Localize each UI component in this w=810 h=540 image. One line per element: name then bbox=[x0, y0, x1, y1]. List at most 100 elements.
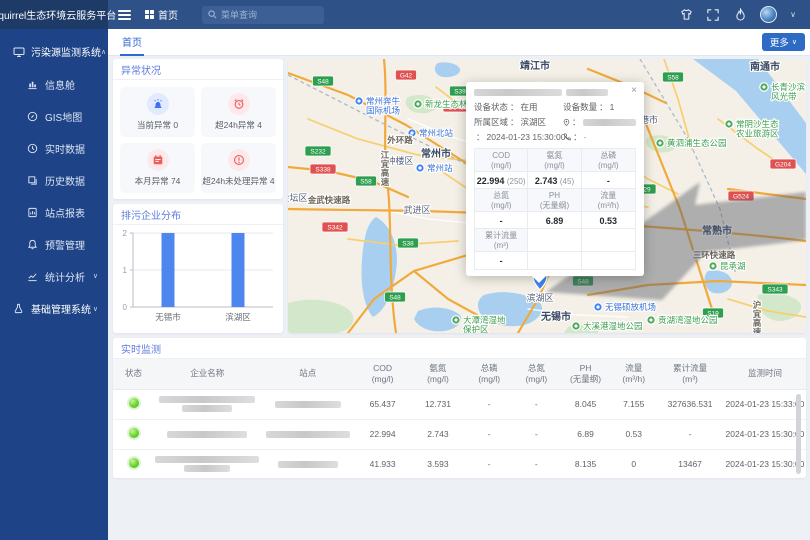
search-input[interactable] bbox=[221, 10, 311, 20]
svg-text:S338: S338 bbox=[315, 167, 331, 174]
chart-panel-title: 排污企业分布 bbox=[113, 204, 283, 225]
calendar-icon bbox=[147, 149, 169, 171]
tab-home[interactable]: 首页 bbox=[120, 28, 144, 56]
map-label: 钟楼区 bbox=[386, 155, 413, 166]
value-cell-COD: 41.933 bbox=[355, 449, 410, 478]
value-cell-累计流量: - bbox=[656, 419, 724, 449]
map-label: 常州北站 bbox=[419, 128, 454, 138]
sidebar-item-label: 站点报表 bbox=[45, 205, 85, 220]
sidebar-group-0[interactable]: 污染源监测系统∧ bbox=[0, 35, 108, 68]
metric-value-PH: 6.89 bbox=[528, 212, 581, 229]
svg-text:S232: S232 bbox=[310, 149, 326, 156]
sidebar-item-站点报表[interactable]: 站点报表 bbox=[0, 196, 108, 228]
value-cell-COD: 22.994 bbox=[355, 419, 410, 449]
station-cell bbox=[261, 419, 355, 449]
value-cell-总磷: - bbox=[466, 389, 513, 419]
theme-shirt-icon[interactable] bbox=[679, 8, 693, 22]
abnormal-card-0[interactable]: 当前异常 0 bbox=[120, 87, 195, 137]
sidebar-item-统计分析[interactable]: 统计分析∨ bbox=[0, 260, 108, 292]
metric-value-累计流量: - bbox=[475, 252, 528, 269]
map[interactable]: S48G42S39G346S232S338S58S342S38S48G2S229… bbox=[288, 59, 806, 333]
sidebar-item-label: 历史数据 bbox=[45, 173, 85, 188]
column-header-氨氮: 氨氮(mg/l) bbox=[410, 359, 465, 389]
chevron-down-icon: ∨ bbox=[792, 38, 797, 46]
sidebar: 污染源监测系统∧信息舱GIS地图实时数据历史数据站点报表预警管理统计分析∨基础管… bbox=[0, 29, 108, 540]
sidebar-item-实时数据[interactable]: 实时数据 bbox=[0, 132, 108, 164]
fullscreen-icon[interactable] bbox=[706, 8, 720, 22]
main-content: 异常状况 当前异常 0超24h异常 4本月异常 74超24h未处理异常 4 排污… bbox=[108, 56, 810, 540]
marker-label: 滨湖区 bbox=[526, 292, 553, 303]
popup-title-redacted bbox=[474, 89, 636, 96]
map-label: 南通市 bbox=[750, 60, 780, 73]
sidebar-item-信息舱[interactable]: 信息舱 bbox=[0, 68, 108, 100]
monitor-icon bbox=[12, 45, 25, 58]
svg-text:S48: S48 bbox=[317, 79, 329, 86]
redacted-company bbox=[184, 465, 230, 472]
popup-device-info: 设备状态：在用 设备数量：1 所属区域：滨湖区 ： ：2024-01-23 15… bbox=[474, 101, 636, 143]
hamburger-menu-icon[interactable] bbox=[118, 10, 131, 20]
svg-text:2: 2 bbox=[123, 229, 128, 238]
menu-search[interactable] bbox=[202, 6, 324, 24]
value-cell-累计流量: 13467 bbox=[656, 449, 724, 478]
status-cell bbox=[113, 389, 154, 419]
time-cell: 2024-01-23 15:33:00 bbox=[724, 389, 806, 419]
sidebar-item-历史数据[interactable]: 历史数据 bbox=[0, 164, 108, 196]
table-scrollbar[interactable] bbox=[796, 394, 801, 474]
table-row[interactable]: 41.9333.593--8.1350134672024-01-23 15:30… bbox=[113, 449, 806, 478]
map-label: 常州站 bbox=[427, 163, 453, 173]
metric-name-empty bbox=[528, 229, 581, 252]
svg-text:S39: S39 bbox=[454, 89, 466, 96]
flame-icon[interactable] bbox=[733, 8, 747, 22]
clock-icon bbox=[26, 142, 39, 155]
more-button[interactable]: 更多 ∨ bbox=[762, 33, 805, 51]
sidebar-item-预警管理[interactable]: 预警管理 bbox=[0, 228, 108, 260]
abnormal-card-1[interactable]: 超24h异常 4 bbox=[201, 87, 276, 137]
value-cell-总氮: - bbox=[513, 389, 560, 419]
company-cell bbox=[154, 449, 261, 478]
redacted-company bbox=[167, 431, 247, 438]
sidebar-item-GIS地图[interactable]: GIS地图 bbox=[0, 100, 108, 132]
svg-text:无锡市: 无锡市 bbox=[155, 312, 181, 322]
sidebar-item-label: 实时数据 bbox=[45, 141, 85, 156]
redacted-text bbox=[566, 89, 608, 96]
status-online-dot bbox=[129, 398, 139, 408]
map-label: 三环快速路 bbox=[693, 250, 736, 260]
map-label: 常阴沙生态农业旅游区 bbox=[736, 119, 779, 139]
map-label: 常州奔牛国际机场 bbox=[366, 96, 401, 116]
table-row[interactable]: 65.43712.731--8.0457.155327636.5312024-0… bbox=[113, 389, 806, 419]
value-cell-总磷: - bbox=[466, 419, 513, 449]
svg-text:S38: S38 bbox=[402, 241, 414, 248]
column-header-PH: PH(无量纲) bbox=[560, 359, 611, 389]
abnormal-card-label: 本月异常 74 bbox=[135, 175, 181, 187]
metric-value-氨氮: 2.743 (45) bbox=[528, 172, 581, 189]
metric-value-empty bbox=[582, 252, 635, 269]
sidebar-item-label: 统计分析 bbox=[45, 269, 85, 284]
top-nav-home[interactable]: 首页 bbox=[145, 7, 178, 22]
metric-value-流量: 0.53 bbox=[582, 212, 635, 229]
svg-text:S58: S58 bbox=[360, 179, 372, 186]
redacted-company bbox=[159, 396, 255, 403]
abnormal-card-2[interactable]: 本月异常 74 bbox=[120, 143, 195, 193]
table-row[interactable]: 22.9942.743--6.890.53-2024-01-23 15:30:0… bbox=[113, 419, 806, 449]
abnormal-card-3[interactable]: 超24h未处理异常 4 bbox=[201, 143, 276, 193]
column-header-状态: 状态 bbox=[113, 359, 154, 389]
column-header-总磷: 总磷(mg/l) bbox=[466, 359, 513, 389]
popup-close-icon[interactable]: × bbox=[631, 86, 637, 96]
value-cell-COD: 65.437 bbox=[355, 389, 410, 419]
warning-icon bbox=[228, 149, 250, 171]
user-menu-chevron-down-icon[interactable]: ∨ bbox=[790, 10, 796, 19]
chevron-down-icon: ∨ bbox=[93, 305, 98, 313]
column-header-监测时间: 监测时间 bbox=[724, 359, 806, 389]
redacted-text bbox=[474, 89, 562, 96]
metric-name-PH: PH(无量纲) bbox=[528, 189, 581, 212]
metric-name-累计流量: 累计流量(m³) bbox=[475, 229, 528, 252]
metric-name-COD: COD(mg/l) bbox=[475, 149, 528, 172]
sidebar-group-1[interactable]: 基础管理系统∨ bbox=[0, 292, 108, 325]
value-cell-总氮: - bbox=[513, 419, 560, 449]
metric-value-总氮: - bbox=[475, 212, 528, 229]
settings-icon bbox=[12, 302, 25, 315]
user-avatar[interactable] bbox=[760, 6, 777, 23]
value-cell-流量: 0 bbox=[611, 449, 656, 478]
column-header-站点: 站点 bbox=[261, 359, 355, 389]
realtime-table: 状态企业名称站点COD(mg/l)氨氮(mg/l)总磷(mg/l)总氮(mg/l… bbox=[113, 359, 806, 478]
